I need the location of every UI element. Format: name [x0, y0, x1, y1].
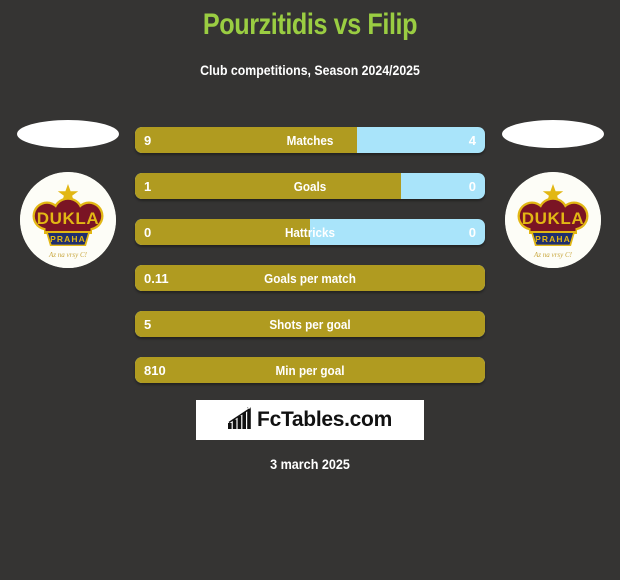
stat-row: 0.11 Goals per match: [135, 265, 485, 291]
stat-value-right: 4: [468, 133, 476, 148]
svg-text:PRAHA: PRAHA: [50, 234, 86, 244]
club-crest-left-icon: DUKLA PRAHA Az na vrsy C!: [19, 172, 116, 268]
player-comparison-infographic: Pourzitidis vs Filip Club competitions, …: [0, 0, 620, 580]
player-right: DUKLA PRAHA Az na vrsy C!: [485, 110, 620, 285]
svg-text:DUKLA: DUKLA: [521, 209, 584, 228]
stat-row: 9 Matches 4: [135, 127, 485, 153]
stat-row: 5 Shots per goal: [135, 311, 485, 337]
stat-row: 0 Hattricks 0: [135, 219, 485, 245]
stat-value-left: 5: [144, 317, 152, 332]
stat-label: Goals: [293, 179, 327, 194]
report-date: 3 march 2025: [270, 456, 350, 472]
watermark-text: FcTables.com: [257, 408, 392, 431]
player-left: DUKLA PRAHA Az na vrsy C!: [0, 110, 135, 285]
stat-value-left: 9: [144, 133, 152, 148]
fctables-watermark: FcTables.com: [196, 400, 424, 440]
stat-label: Hattricks: [284, 225, 336, 240]
stat-row: 810 Min per goal: [135, 357, 485, 383]
stat-value-right: 0: [468, 225, 476, 240]
stat-label: Goals per match: [264, 271, 356, 286]
bar-chart-icon: [228, 406, 252, 434]
stat-value-right: 0: [468, 179, 476, 194]
stat-label: Min per goal: [275, 363, 345, 378]
svg-text:Az na vrsy C!: Az na vrsy C!: [533, 251, 573, 259]
player-left-photo: [16, 120, 119, 148]
player-right-photo: [501, 120, 604, 148]
svg-text:PRAHA: PRAHA: [535, 234, 571, 244]
stat-label: Shots per goal: [269, 317, 351, 332]
stat-row: 1 Goals 0: [135, 173, 485, 199]
svg-text:DUKLA: DUKLA: [36, 209, 99, 228]
svg-text:Az na vrsy C!: Az na vrsy C!: [48, 251, 88, 259]
stat-label: Matches: [286, 133, 334, 148]
stat-value-left: 0: [144, 225, 152, 240]
stats-bar-list: 9 Matches 4 1 Goals 0 0 Hattricks 0 0.11 Goals per…: [135, 127, 485, 403]
page-subtitle: Club competitions, Season 2024/2025: [200, 62, 420, 78]
club-crest-right-icon: DUKLA PRAHA Az na vrsy C!: [504, 172, 601, 268]
page-title: Pourzitidis vs Filip: [202, 8, 418, 41]
stat-value-left: 1: [144, 179, 152, 194]
